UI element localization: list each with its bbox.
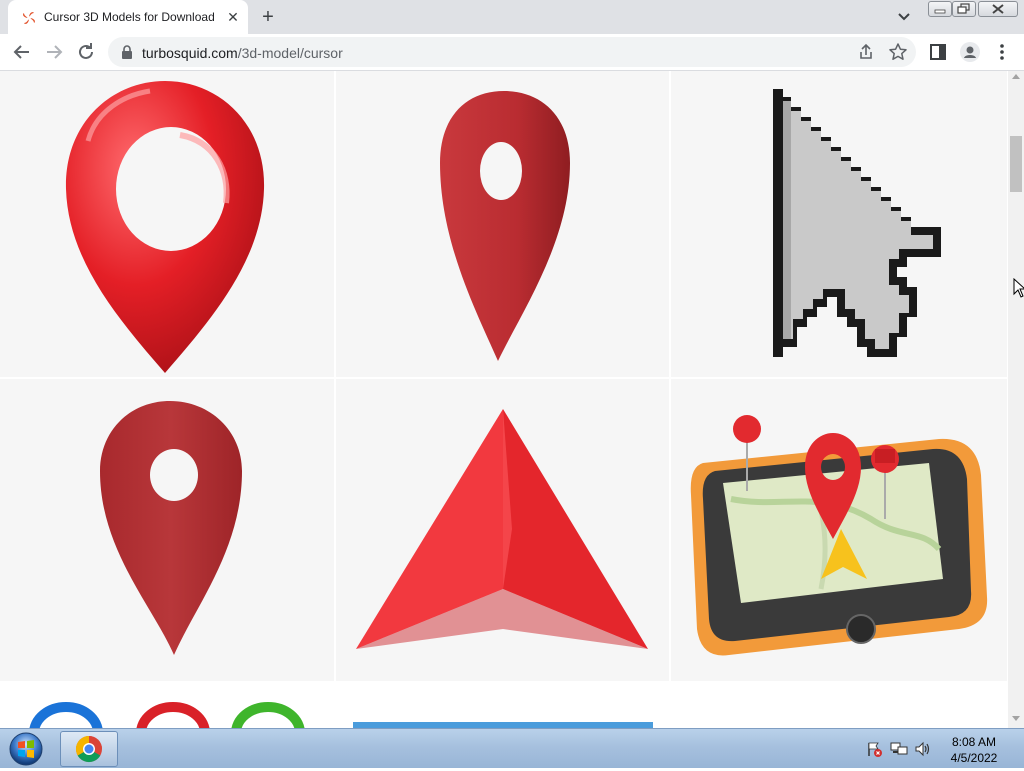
profile-icon[interactable]: [958, 40, 982, 64]
tab-search-chevron-down-icon[interactable]: [894, 8, 914, 26]
scroll-down-arrow-icon[interactable]: [1012, 716, 1020, 721]
tab-close-icon[interactable]: ✕: [224, 8, 242, 26]
window-minimize-button[interactable]: [928, 1, 952, 17]
mouse-pointer-icon: [1013, 278, 1024, 298]
model-card-red-navigation-arrow[interactable]: [336, 379, 669, 681]
tab-strip: Cursor 3D Models for Download ✕ +: [0, 0, 1024, 34]
url-text: turbosquid.com/3d-model/cursor: [142, 45, 343, 61]
new-tab-plus-icon[interactable]: +: [256, 6, 280, 28]
red-navigation-arrow-image: [356, 409, 648, 649]
red-location-pin-glossy-image: [65, 81, 265, 373]
windows-start-orb-icon[interactable]: [6, 731, 46, 767]
turbosquid-favicon-icon: [23, 12, 35, 24]
action-center-flag-icon[interactable]: [866, 741, 882, 757]
lock-icon[interactable]: [120, 44, 134, 60]
model-card-white-item[interactable]: [690, 687, 990, 728]
window-close-button[interactable]: [978, 1, 1018, 17]
url-path: /3d-model/cursor: [237, 45, 343, 61]
page-content: [0, 71, 1008, 728]
model-card-colored-rings[interactable]: [18, 687, 316, 728]
pixel-arrow-cursor-image: [773, 89, 941, 357]
browser-toolbar: turbosquid.com/3d-model/cursor: [0, 34, 1024, 71]
clock-date: 4/5/2022: [950, 751, 998, 765]
smartphone-map-with-pins-image: [690, 415, 988, 656]
scrollbar-thumb[interactable]: [1010, 136, 1022, 192]
address-bar[interactable]: turbosquid.com/3d-model/cursor: [108, 37, 916, 67]
windows-taskbar: 8:08 AM 4/5/2022: [0, 728, 1024, 768]
reload-icon[interactable]: [74, 40, 98, 64]
model-card-dark-red-location-pin[interactable]: [0, 379, 334, 681]
taskbar-chrome-button[interactable]: [60, 731, 118, 767]
star-icon[interactable]: [888, 42, 908, 62]
share-icon[interactable]: [856, 42, 876, 62]
side-panel-icon[interactable]: [926, 40, 950, 64]
network-icon[interactable]: [890, 741, 908, 757]
model-card-red-location-pin-glossy[interactable]: [0, 71, 334, 377]
tab-title: Cursor 3D Models for Download: [44, 10, 215, 24]
back-arrow-icon[interactable]: [10, 40, 34, 64]
colored-rings-image: [29, 702, 305, 728]
chrome-icon: [75, 735, 102, 763]
system-clock[interactable]: 8:08 AM 4/5/2022: [942, 734, 1006, 766]
window-restore-button[interactable]: [952, 1, 976, 17]
url-domain: turbosquid.com: [142, 45, 238, 61]
kebab-menu-icon[interactable]: [990, 40, 1014, 64]
browser-tab[interactable]: Cursor 3D Models for Download ✕: [8, 0, 248, 34]
red-location-pin-matte-image: [440, 91, 570, 361]
model-card-smartphone-map-with-pins[interactable]: [671, 379, 1007, 681]
model-card-red-location-pin-matte[interactable]: [336, 71, 669, 377]
forward-arrow-icon[interactable]: [42, 40, 66, 64]
scroll-up-arrow-icon[interactable]: [1012, 74, 1020, 79]
model-card-pixel-arrow-cursor[interactable]: [671, 71, 1007, 377]
dark-red-location-pin-image: [100, 401, 242, 655]
volume-icon[interactable]: [914, 741, 932, 757]
clock-time: 8:08 AM: [951, 735, 997, 749]
